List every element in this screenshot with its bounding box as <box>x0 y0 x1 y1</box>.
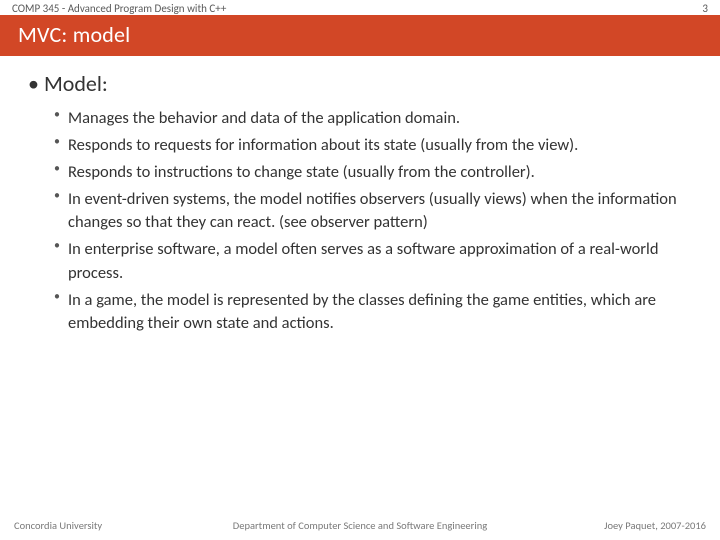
list-item: In a game, the model is represented by t… <box>54 289 692 335</box>
list-item: Responds to requests for information abo… <box>54 134 692 157</box>
slide-footer: Concordia University Department of Compu… <box>0 519 720 532</box>
list-item: In enterprise software, a model often se… <box>54 238 692 284</box>
slide-body: Model: Manages the behavior and data of … <box>0 56 720 540</box>
list-item: In event-driven systems, the model notif… <box>54 188 692 234</box>
section-heading: Model: <box>28 70 692 97</box>
course-line: COMP 345 - Advanced Program Design with … <box>0 0 720 15</box>
slide-title: MVC: model <box>18 21 130 48</box>
footer-center: Department of Computer Science and Softw… <box>0 519 720 532</box>
course-title: COMP 345 - Advanced Program Design with … <box>12 2 226 15</box>
list-item: Manages the behavior and data of the app… <box>54 107 692 130</box>
slide-title-bar: MVC: model <box>0 15 720 56</box>
list-item: Responds to instructions to change state… <box>54 161 692 184</box>
page-number: 3 <box>702 2 708 15</box>
bullet-list: Manages the behavior and data of the app… <box>28 107 692 335</box>
slide: COMP 345 - Advanced Program Design with … <box>0 0 720 540</box>
